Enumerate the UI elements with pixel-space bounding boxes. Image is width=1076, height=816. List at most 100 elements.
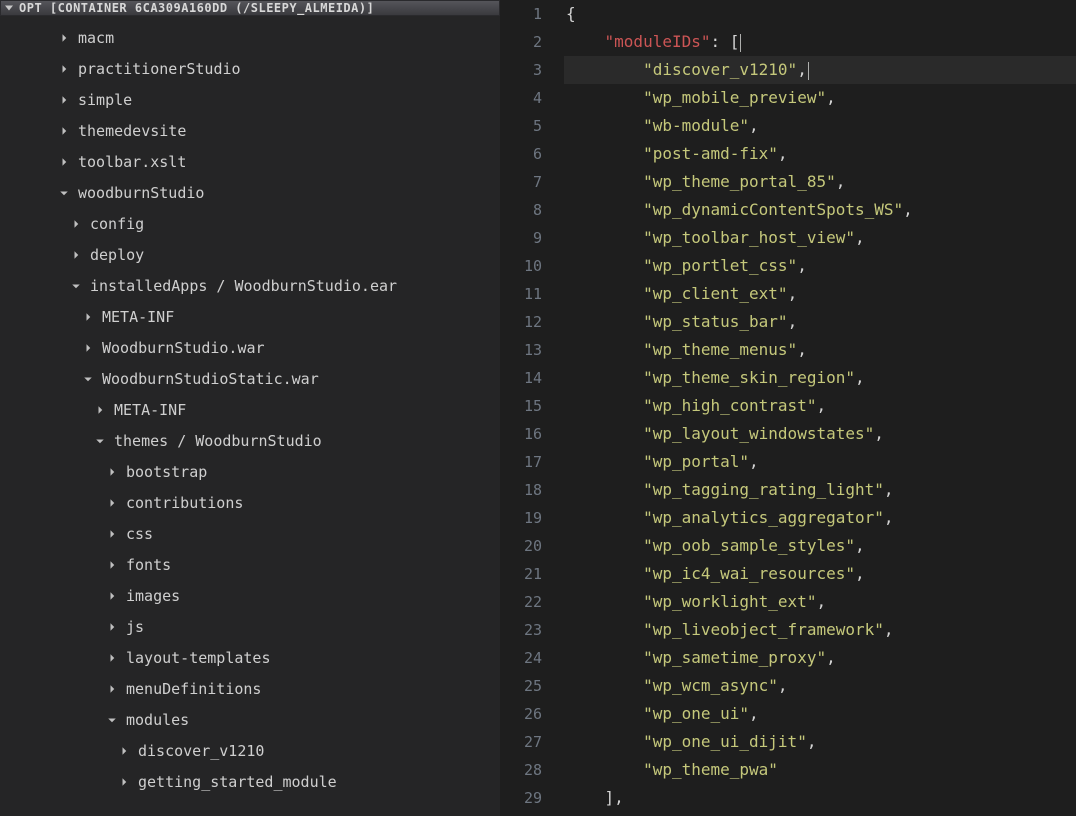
tree-item[interactable]: getting_started_module xyxy=(0,766,500,797)
tree-item[interactable]: toolbar.xslt xyxy=(0,146,500,177)
chevron-right-icon[interactable] xyxy=(68,216,84,232)
code-line[interactable]: "wp_oob_sample_styles", xyxy=(564,532,1076,560)
tree-item[interactable]: bootstrap xyxy=(0,456,500,487)
chevron-right-icon[interactable] xyxy=(104,619,120,635)
chevron-down-icon[interactable] xyxy=(80,371,96,387)
code-content[interactable]: { "moduleIDs": [ "discover_v1210", "wp_m… xyxy=(564,0,1076,816)
code-line[interactable]: "wp_one_ui_dijit", xyxy=(564,728,1076,756)
code-line[interactable]: "wp_ic4_wai_resources", xyxy=(564,560,1076,588)
tree-item[interactable]: META-INF xyxy=(0,301,500,332)
chevron-right-icon[interactable] xyxy=(104,495,120,511)
chevron-right-icon[interactable] xyxy=(104,557,120,573)
code-line[interactable]: "post-amd-fix", xyxy=(564,140,1076,168)
chevron-down-icon[interactable] xyxy=(68,278,84,294)
explorer-section-header[interactable]: OPT [CONTAINER 6CA309A160DD (/SLEEPY_ALM… xyxy=(0,0,500,16)
code-line[interactable]: "wp_status_bar", xyxy=(564,308,1076,336)
json-string: "wp_ic4_wai_resources" xyxy=(643,564,855,583)
tree-item-label: layout-templates xyxy=(126,649,271,667)
tree-item[interactable]: themes / WoodburnStudio xyxy=(0,425,500,456)
code-line[interactable]: "wb-module", xyxy=(564,112,1076,140)
tree-item[interactable]: images xyxy=(0,580,500,611)
line-number: 20 xyxy=(500,532,564,560)
tree-item[interactable]: practitionerStudio xyxy=(0,53,500,84)
code-line[interactable]: "wp_client_ext", xyxy=(564,280,1076,308)
code-line[interactable]: "wp_theme_skin_region", xyxy=(564,364,1076,392)
chevron-right-icon[interactable] xyxy=(104,526,120,542)
tree-item[interactable]: macm xyxy=(0,22,500,53)
tree-item[interactable]: js xyxy=(0,611,500,642)
json-string: "wp_oob_sample_styles" xyxy=(643,536,855,555)
code-line[interactable]: "wp_theme_portal_85", xyxy=(564,168,1076,196)
code-line[interactable]: "wp_theme_pwa" xyxy=(564,756,1076,784)
tree-item[interactable]: modules xyxy=(0,704,500,735)
tree-item-label: META-INF xyxy=(102,308,174,326)
tree-item[interactable]: woodburnStudio xyxy=(0,177,500,208)
tree-item[interactable]: menuDefinitions xyxy=(0,673,500,704)
tree-item[interactable]: fonts xyxy=(0,549,500,580)
chevron-right-icon[interactable] xyxy=(68,247,84,263)
json-string: "wp_one_ui" xyxy=(643,704,749,723)
tree-item[interactable]: discover_v1210 xyxy=(0,735,500,766)
tree-item[interactable]: layout-templates xyxy=(0,642,500,673)
line-number: 3 xyxy=(500,56,564,84)
chevron-down-icon[interactable] xyxy=(104,712,120,728)
tree-item-label: bootstrap xyxy=(126,463,207,481)
line-number: 16 xyxy=(500,420,564,448)
tree-item-label: fonts xyxy=(126,556,171,574)
code-line[interactable]: "wp_dynamicContentSpots_WS", xyxy=(564,196,1076,224)
tree-item[interactable]: WoodburnStudio.war xyxy=(0,332,500,363)
chevron-down-icon[interactable] xyxy=(92,433,108,449)
tree-item[interactable]: deploy xyxy=(0,239,500,270)
tree-item[interactable]: contributions xyxy=(0,487,500,518)
chevron-right-icon[interactable] xyxy=(104,681,120,697)
chevron-right-icon[interactable] xyxy=(56,30,72,46)
file-tree[interactable]: macmpractitionerStudiosimplethemedevsite… xyxy=(0,16,500,816)
chevron-right-icon[interactable] xyxy=(56,61,72,77)
chevron-right-icon[interactable] xyxy=(56,154,72,170)
chevron-right-icon[interactable] xyxy=(104,650,120,666)
code-line[interactable]: "wp_portal", xyxy=(564,448,1076,476)
code-line[interactable]: "wp_high_contrast", xyxy=(564,392,1076,420)
code-line[interactable]: ], xyxy=(564,784,1076,812)
chevron-right-icon[interactable] xyxy=(80,309,96,325)
code-line[interactable]: { xyxy=(564,0,1076,28)
tree-item[interactable]: config xyxy=(0,208,500,239)
tree-item[interactable]: WoodburnStudioStatic.war xyxy=(0,363,500,394)
code-line[interactable]: "wp_toolbar_host_view", xyxy=(564,224,1076,252)
code-editor[interactable]: 1234567891011121314151617181920212223242… xyxy=(500,0,1076,816)
chevron-right-icon[interactable] xyxy=(56,123,72,139)
tree-item[interactable]: META-INF xyxy=(0,394,500,425)
chevron-right-icon[interactable] xyxy=(104,588,120,604)
code-line[interactable]: "wp_layout_windowstates", xyxy=(564,420,1076,448)
json-string: "wp_tagging_rating_light" xyxy=(643,480,884,499)
chevron-right-icon[interactable] xyxy=(92,402,108,418)
chevron-right-icon[interactable] xyxy=(80,340,96,356)
json-string: "wp_theme_menus" xyxy=(643,340,797,359)
code-line[interactable]: "wp_theme_menus", xyxy=(564,336,1076,364)
chevron-right-icon[interactable] xyxy=(56,92,72,108)
code-line[interactable]: "wp_analytics_aggregator", xyxy=(564,504,1076,532)
code-line[interactable]: "wp_liveobject_framework", xyxy=(564,616,1076,644)
code-line[interactable]: "wp_worklight_ext", xyxy=(564,588,1076,616)
code-line[interactable]: "wp_wcm_async", xyxy=(564,672,1076,700)
tree-item[interactable]: simple xyxy=(0,84,500,115)
code-line[interactable]: "wp_sametime_proxy", xyxy=(564,644,1076,672)
line-number: 14 xyxy=(500,364,564,392)
chevron-down-icon[interactable] xyxy=(56,185,72,201)
line-number: 19 xyxy=(500,504,564,532)
text-cursor xyxy=(740,34,741,52)
json-string: "wp_theme_pwa" xyxy=(643,760,778,779)
code-line[interactable]: "wp_one_ui", xyxy=(564,700,1076,728)
tree-item[interactable]: themedevsite xyxy=(0,115,500,146)
code-line[interactable]: "discover_v1210", xyxy=(564,56,1076,84)
chevron-right-icon[interactable] xyxy=(116,774,132,790)
tree-item[interactable]: installedApps / WoodburnStudio.ear xyxy=(0,270,500,301)
chevron-right-icon[interactable] xyxy=(104,464,120,480)
code-line[interactable]: "moduleIDs": [ xyxy=(564,28,1076,56)
tree-item-label: modules xyxy=(126,711,189,729)
chevron-right-icon[interactable] xyxy=(116,743,132,759)
code-line[interactable]: "wp_portlet_css", xyxy=(564,252,1076,280)
tree-item[interactable]: css xyxy=(0,518,500,549)
code-line[interactable]: "wp_mobile_preview", xyxy=(564,84,1076,112)
code-line[interactable]: "wp_tagging_rating_light", xyxy=(564,476,1076,504)
